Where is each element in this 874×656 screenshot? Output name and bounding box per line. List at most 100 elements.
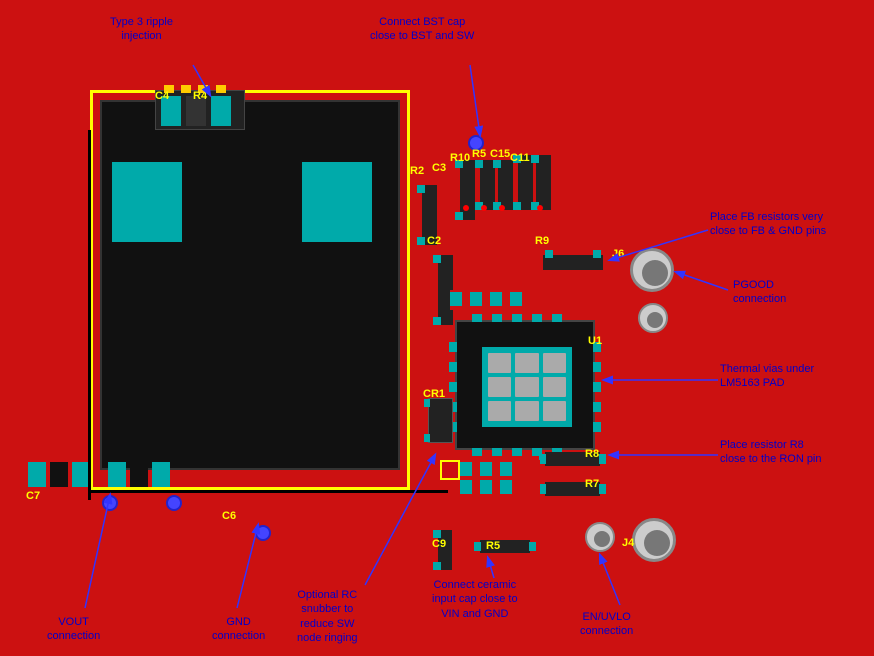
via: [488, 353, 511, 373]
label-c9: C9: [432, 538, 446, 550]
pad-inner: [50, 462, 68, 487]
pad: [433, 530, 441, 538]
label-r2: R2: [410, 165, 424, 177]
ic-pin: [492, 314, 502, 322]
spacer: [94, 462, 104, 487]
diode-cr1: [428, 398, 453, 443]
label-r8: R8: [585, 448, 599, 460]
pad: [433, 255, 441, 263]
via: [515, 401, 538, 421]
via: [488, 377, 511, 397]
annotation-fb-resistors: Place FB resistors veryclose to FB & GND…: [710, 210, 826, 239]
pad: [470, 292, 482, 306]
label-cr1: CR1: [423, 388, 445, 400]
pcb-background: C4 R4 R2 C2 C3 R10 R5 C15 C11 R9 J6 U1 R…: [0, 0, 874, 656]
pad: [460, 480, 472, 494]
indicator-dot: [499, 205, 505, 211]
ic-pin: [449, 342, 457, 352]
annotation-place-r8: Place resistor R8close to the RON pin: [720, 438, 822, 467]
via: [488, 401, 511, 421]
top-pad-2: [181, 85, 191, 93]
ic-pin: [492, 448, 502, 456]
via: [543, 353, 566, 373]
pad: [417, 237, 425, 245]
label-r5-bot: R5: [486, 540, 500, 552]
pad-r4-2: [211, 96, 231, 126]
pad: [455, 212, 463, 220]
label-r5-top: R5: [472, 148, 486, 160]
ic-pin: [552, 314, 562, 322]
cap-r5: [498, 160, 513, 210]
cap-c9: [438, 530, 452, 570]
pad: [599, 484, 606, 494]
pad: [433, 317, 441, 325]
label-c3: C3: [432, 162, 446, 174]
pad: [108, 462, 126, 487]
pad: [460, 462, 472, 476]
ic-pin: [512, 314, 522, 322]
pad: [531, 155, 539, 163]
pad-cluster-bottom: [460, 460, 540, 500]
ic-pin: [449, 382, 457, 392]
label-c15: C15: [490, 148, 510, 160]
connector-j6-2: [638, 303, 668, 333]
label-c2: C2: [427, 235, 441, 247]
trace-bottom: [88, 490, 448, 493]
connector-j4-inner: [644, 530, 670, 556]
indicator-dot: [481, 205, 487, 211]
via: [543, 401, 566, 421]
via: [543, 377, 566, 397]
connector-j4[interactable]: [632, 518, 676, 562]
via-1: [166, 495, 182, 511]
ic-pin: [472, 314, 482, 322]
annotation-gnd: GNDconnection: [212, 615, 265, 644]
ic-pin: [472, 448, 482, 456]
label-r9: R9: [535, 235, 549, 247]
trace-left: [88, 130, 91, 500]
pad-inner: [130, 462, 148, 487]
label-c6: C6: [222, 510, 236, 522]
annotation-type3-ripple: Type 3 rippleinjection: [110, 15, 173, 44]
yellow-outline: [90, 90, 410, 490]
pad: [539, 454, 546, 464]
via: [515, 377, 538, 397]
ic-pin: [593, 382, 601, 392]
thermal-pad: [482, 347, 572, 427]
res-r9: [543, 255, 603, 270]
annotation-pgood: PGOODconnection: [733, 278, 786, 307]
pad: [475, 160, 483, 168]
pad: [510, 292, 522, 306]
pad: [417, 185, 425, 193]
pad: [424, 399, 430, 407]
pad: [474, 542, 481, 551]
pad: [152, 462, 170, 487]
annotation-connect-ceramic: Connect ceramicinput cap close toVIN and…: [432, 578, 518, 621]
ic-pin: [593, 362, 601, 372]
pad: [500, 480, 512, 494]
pad: [500, 462, 512, 476]
annotation-rc-snubber: Optional RCsnubber toreduce SWnode ringi…: [297, 588, 358, 645]
top-pad-4: [216, 85, 226, 93]
annotation-thermal-vias: Thermal vias underLM5163 PAD: [720, 362, 814, 391]
annotation-vout: VOUTconnection: [47, 615, 100, 644]
label-j4: J4: [622, 537, 634, 549]
label-j6: J6: [612, 248, 624, 260]
label-c11: C11: [510, 152, 530, 164]
connector-j4-2: [585, 522, 615, 552]
connector-j6[interactable]: [630, 248, 674, 292]
indicator-dot: [537, 205, 543, 211]
cap-c3: [460, 160, 475, 220]
ic-pin: [532, 314, 542, 322]
pad: [480, 462, 492, 476]
pad: [593, 250, 601, 258]
ic-pin: [449, 362, 457, 372]
label-r10: R10: [450, 152, 470, 164]
annotation-en-uvlo: EN/UVLOconnection: [580, 610, 633, 639]
connector-j6-2-inner: [647, 312, 663, 328]
pad: [490, 292, 502, 306]
indicator-dot: [463, 205, 469, 211]
pad: [480, 480, 492, 494]
yellow-small-box: [440, 460, 460, 480]
annotation-bst-cap: Connect BST capclose to BST and SW: [370, 15, 474, 44]
label-c7: C7: [26, 490, 40, 502]
